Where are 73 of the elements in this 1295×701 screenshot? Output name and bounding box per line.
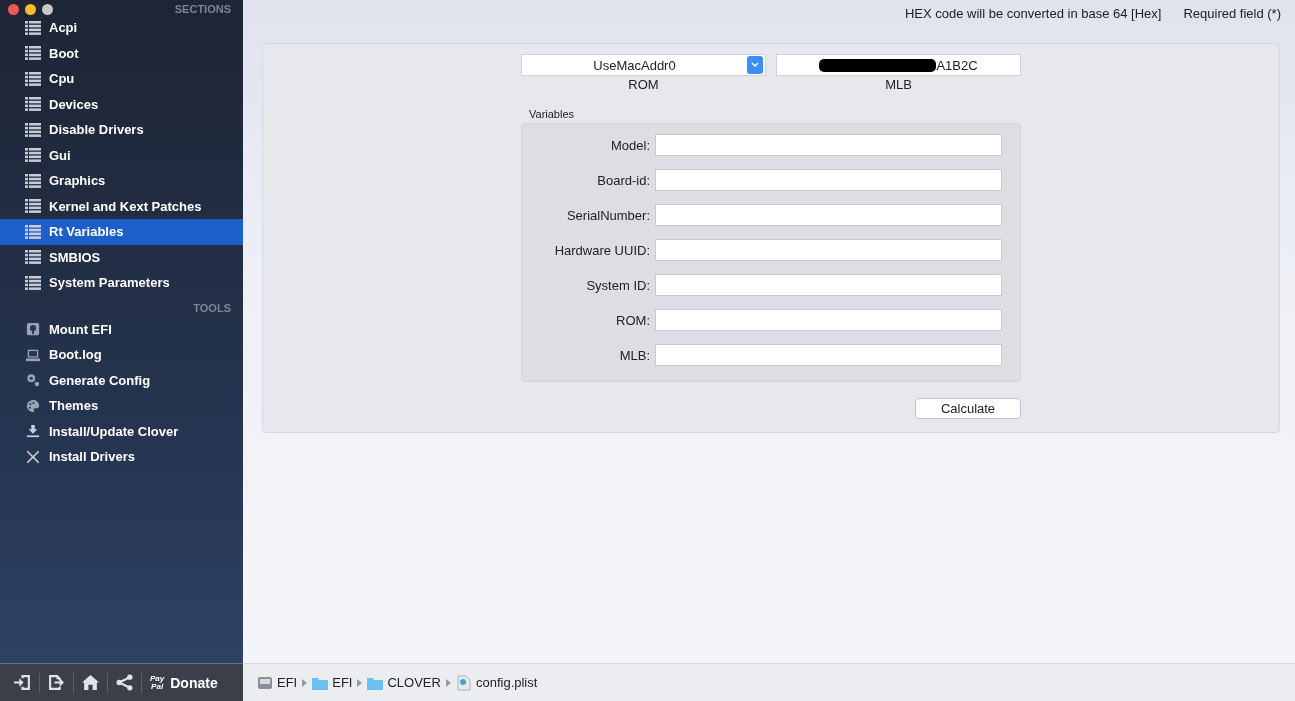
gear-icon (25, 373, 41, 388)
list-icon (25, 46, 41, 61)
input-field[interactable] (655, 274, 1002, 296)
field-label: ROM: (615, 312, 650, 328)
sidebar-item[interactable]: Graphics (0, 168, 243, 194)
separator-icon (445, 678, 451, 687)
separator-icon (302, 678, 308, 687)
list-icon (25, 122, 41, 137)
separator-icon (357, 678, 363, 687)
field-label: Hardware UUID: (553, 242, 650, 258)
field-label: Model: (609, 137, 650, 153)
caret-icon (747, 56, 763, 74)
sidebar-item[interactable]: Cpu (0, 66, 243, 92)
sidebar-item[interactable]: Themes (0, 393, 243, 419)
list-icon (25, 20, 41, 35)
field-label: System ID: (585, 277, 650, 293)
sidebar-item[interactable]: Devices (0, 91, 243, 117)
rom-dropdown[interactable]: UseMacAddr0 (521, 54, 766, 76)
window-button[interactable] (25, 3, 36, 15)
list-icon (25, 224, 41, 239)
input-field[interactable] (655, 344, 1002, 366)
download-icon (25, 424, 41, 439)
field-label: Board-id: (596, 172, 650, 188)
sidebar-item[interactable]: Generate Config (0, 367, 243, 393)
sidebar-item[interactable]: SMBIOS (0, 244, 243, 270)
file-icon (455, 674, 472, 691)
list-icon (25, 250, 41, 265)
laptop-icon (25, 347, 41, 362)
sidebar-item[interactable]: Disable Drivers (0, 117, 243, 143)
list-icon (25, 173, 41, 188)
home-icon[interactable] (82, 674, 99, 691)
list-icon (25, 199, 41, 214)
list-icon (25, 275, 41, 290)
sidebar-item[interactable]: System Parameters (0, 270, 243, 296)
calculate-button[interactable]: Calculate (915, 398, 1021, 419)
sidebar-item[interactable]: Mount EFI (0, 316, 243, 342)
list-icon (25, 97, 41, 112)
mlb-field[interactable]: A1B2C (776, 54, 1021, 76)
share-icon[interactable] (116, 674, 133, 691)
palette-icon (25, 398, 41, 413)
export-icon[interactable] (48, 674, 65, 691)
sidebar-item[interactable]: Kernel and Kext Patches (0, 193, 243, 219)
sidebar-item[interactable]: Install/Update Clover (0, 418, 243, 444)
window-button[interactable] (8, 3, 19, 15)
rom-label: ROM (628, 77, 659, 92)
sidebar-item[interactable]: Boot (0, 40, 243, 66)
mlb-label: MLB (885, 77, 912, 92)
section-heading: SECTIONS (174, 3, 231, 15)
input-field[interactable] (655, 134, 1002, 156)
section-heading: TOOLS (193, 301, 231, 314)
input-field[interactable] (655, 169, 1002, 191)
list-icon (25, 71, 41, 86)
input-field[interactable] (655, 309, 1002, 331)
field-label: SerialNumber: (565, 207, 650, 223)
sidebar-item[interactable]: Gui (0, 142, 243, 168)
window-button[interactable] (42, 3, 53, 15)
group-title: Variables (528, 108, 576, 120)
sidebar-item[interactable]: Acpi (0, 15, 243, 41)
path-item[interactable]: EFI (312, 674, 353, 691)
required-note: Required field (*) (1183, 6, 1281, 23)
input-field[interactable] (655, 204, 1002, 226)
tools-icon (25, 449, 41, 464)
hex-note: HEX code will be converted in base 64 [Hex] (904, 6, 1162, 23)
sidebar-item[interactable]: Boot.log (0, 342, 243, 368)
sidebar-item[interactable]: Install Drivers (0, 444, 243, 470)
import-icon[interactable] (14, 674, 31, 691)
input-field[interactable] (655, 239, 1002, 261)
field-label: MLB: (618, 347, 650, 363)
path-item[interactable]: config.plist (455, 674, 538, 691)
list-icon (25, 148, 41, 163)
sidebar-item[interactable]: Rt Variables (0, 219, 243, 245)
path-item[interactable]: EFI (257, 674, 298, 691)
path-item[interactable]: CLOVER (367, 674, 441, 691)
